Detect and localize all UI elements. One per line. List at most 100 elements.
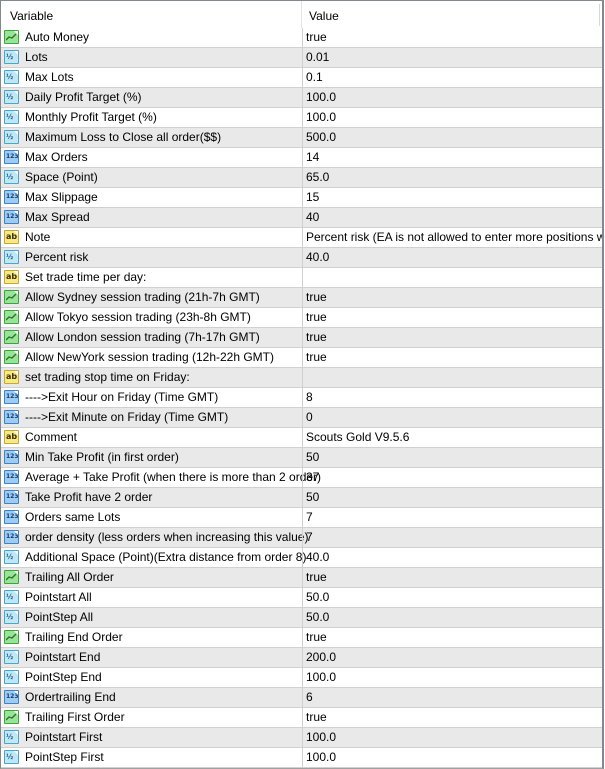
variable-cell[interactable]: ½ PointStep All — [1, 608, 301, 627]
value-cell[interactable]: 65.0 — [302, 168, 602, 187]
table-row[interactable]: Auto Money true — [1, 28, 602, 48]
variable-cell[interactable]: 123 Max Slippage — [1, 188, 301, 207]
value-cell[interactable]: 40.0 — [302, 548, 602, 567]
variable-cell[interactable]: ½ Pointstart First — [1, 728, 301, 747]
value-cell[interactable]: 200.0 — [302, 648, 602, 667]
table-row[interactable]: ½ Daily Profit Target (%) 100.0 — [1, 88, 602, 108]
variable-cell[interactable]: ½ Maximum Loss to Close all order($$) — [1, 128, 301, 147]
variable-cell[interactable]: ½ PointStep End — [1, 668, 301, 687]
column-header-value[interactable]: Value — [309, 1, 339, 28]
value-cell[interactable]: 0.01 — [302, 48, 602, 67]
table-row[interactable]: ½ Maximum Loss to Close all order($$) 500.… — [1, 128, 602, 148]
variable-cell[interactable]: 123 Ordertrailing End — [1, 688, 301, 707]
variable-cell[interactable]: Allow London session trading (7h-17h GMT… — [1, 328, 301, 347]
variable-cell[interactable]: ½ PointStep First — [1, 748, 301, 767]
table-row[interactable]: 123 ---->Exit Minute on Friday (Time GMT)… — [1, 408, 602, 428]
table-row[interactable]: ½ Space (Point) 65.0 — [1, 168, 602, 188]
value-cell[interactable]: 100.0 — [302, 728, 602, 747]
variable-cell[interactable]: ½ Pointstart End — [1, 648, 301, 667]
table-row[interactable]: 123 Min Take Profit (in first order) 50 — [1, 448, 602, 468]
value-cell[interactable]: Scouts Gold V9.5.6 — [302, 428, 602, 447]
value-cell[interactable]: 0 — [302, 408, 602, 427]
variable-cell[interactable]: 123 order density (less orders when incre… — [1, 528, 308, 547]
table-row[interactable]: Allow Sydney session trading (21h-7h GMT… — [1, 288, 602, 308]
variable-cell[interactable]: 123 ---->Exit Hour on Friday (Time GMT) — [1, 388, 301, 407]
value-cell[interactable]: true — [302, 308, 602, 327]
value-cell[interactable]: true — [302, 288, 602, 307]
table-row[interactable]: 123 Take Profit have 2 order 50 — [1, 488, 602, 508]
variable-cell[interactable]: ½ Lots — [1, 48, 301, 67]
variable-cell[interactable]: Allow Tokyo session trading (23h-8h GMT) — [1, 308, 301, 327]
table-row[interactable]: ½ Pointstart First 100.0 — [1, 728, 602, 748]
value-cell[interactable]: true — [302, 328, 602, 347]
table-row[interactable]: Trailing All Order true — [1, 568, 602, 588]
table-row[interactable]: ½ Lots 0.01 — [1, 48, 602, 68]
variable-cell[interactable]: 123 Take Profit have 2 order — [1, 488, 301, 507]
table-row[interactable]: ab Set trade time per day: — [1, 268, 602, 288]
value-cell[interactable]: 7 — [302, 508, 602, 527]
table-row[interactable]: 123 ---->Exit Hour on Friday (Time GMT) 8 — [1, 388, 602, 408]
variable-cell[interactable]: 123 Min Take Profit (in first order) — [1, 448, 301, 467]
value-cell[interactable]: 37 — [302, 468, 602, 487]
value-cell[interactable]: 14 — [302, 148, 602, 167]
variable-cell[interactable]: Trailing End Order — [1, 628, 301, 647]
value-cell[interactable]: 40.0 — [302, 248, 602, 267]
variable-cell[interactable]: Trailing First Order — [1, 708, 301, 727]
table-row[interactable]: 123 Orders same Lots 7 — [1, 508, 602, 528]
value-cell[interactable]: 100.0 — [302, 668, 602, 687]
value-cell[interactable]: 100.0 — [302, 108, 602, 127]
variable-cell[interactable]: Auto Money — [1, 28, 301, 47]
table-row[interactable]: 123 Max Orders 14 — [1, 148, 602, 168]
variable-cell[interactable]: ab Comment — [1, 428, 301, 447]
value-cell[interactable]: 8 — [302, 388, 602, 407]
variable-cell[interactable]: 123 ---->Exit Minute on Friday (Time GMT) — [1, 408, 301, 427]
variable-cell[interactable]: ½ Space (Point) — [1, 168, 301, 187]
value-cell[interactable]: true — [302, 628, 602, 647]
table-row[interactable]: Allow NewYork session trading (12h-22h G… — [1, 348, 602, 368]
variable-cell[interactable]: 123 Max Spread — [1, 208, 301, 227]
value-cell[interactable]: 100.0 — [302, 88, 602, 107]
table-row[interactable]: ½ Max Lots 0.1 — [1, 68, 602, 88]
variable-cell[interactable]: ½ Max Lots — [1, 68, 301, 87]
value-cell[interactable]: true — [302, 568, 602, 587]
value-cell[interactable]: 500.0 — [302, 128, 602, 147]
variable-cell[interactable]: ½ Daily Profit Target (%) — [1, 88, 301, 107]
variable-cell[interactable]: ½ Percent risk — [1, 248, 301, 267]
value-cell[interactable]: 40 — [302, 208, 602, 227]
table-row[interactable]: ab Comment Scouts Gold V9.5.6 — [1, 428, 602, 448]
value-cell[interactable]: 15 — [302, 188, 602, 207]
variable-cell[interactable]: Trailing All Order — [1, 568, 301, 587]
table-row[interactable]: ½ Pointstart End 200.0 — [1, 648, 602, 668]
variable-cell[interactable]: ½ Additional Space (Point)(Extra distance… — [1, 548, 306, 567]
variable-cell[interactable]: ab Note — [1, 228, 301, 247]
value-cell[interactable]: 100.0 — [302, 748, 602, 767]
value-cell[interactable]: Percent risk (EA is not allowed to enter… — [302, 228, 602, 247]
table-row[interactable]: ½ PointStep First 100.0 — [1, 748, 602, 768]
variable-cell[interactable]: ½ Monthly Profit Target (%) — [1, 108, 301, 127]
value-cell[interactable]: 50 — [302, 448, 602, 467]
value-cell[interactable] — [302, 368, 602, 387]
column-divider[interactable] — [301, 1, 302, 28]
table-row[interactable]: 123 Ordertrailing End 6 — [1, 688, 602, 708]
variable-cell[interactable]: ½ Pointstart All — [1, 588, 301, 607]
value-cell[interactable]: true — [302, 708, 602, 727]
variable-cell[interactable]: Allow Sydney session trading (21h-7h GMT… — [1, 288, 301, 307]
value-cell[interactable]: 50.0 — [302, 588, 602, 607]
table-row[interactable]: ab Note Percent risk (EA is not allowed to… — [1, 228, 602, 248]
table-row[interactable]: ½ Pointstart All 50.0 — [1, 588, 602, 608]
value-cell[interactable]: 50.0 — [302, 608, 602, 627]
table-row[interactable]: Allow Tokyo session trading (23h-8h GMT)… — [1, 308, 602, 328]
value-cell[interactable]: true — [302, 28, 602, 47]
column-header-variable[interactable]: Variable — [10, 1, 53, 28]
table-row[interactable]: ½ Monthly Profit Target (%) 100.0 — [1, 108, 602, 128]
table-row[interactable]: 123 order density (less orders when incre… — [1, 528, 602, 548]
value-cell[interactable]: 0.1 — [302, 68, 602, 87]
table-row[interactable]: ½ Percent risk 40.0 — [1, 248, 602, 268]
value-cell[interactable]: 50 — [302, 488, 602, 507]
table-row[interactable]: ab set trading stop time on Friday: — [1, 368, 602, 388]
variable-cell[interactable]: Allow NewYork session trading (12h-22h G… — [1, 348, 301, 367]
table-row[interactable]: ½ Additional Space (Point)(Extra distance… — [1, 548, 602, 568]
table-row[interactable]: 123 Average + Take Profit (when there is … — [1, 468, 602, 488]
table-row[interactable]: Trailing End Order true — [1, 628, 602, 648]
variable-cell[interactable]: 123 Orders same Lots — [1, 508, 301, 527]
